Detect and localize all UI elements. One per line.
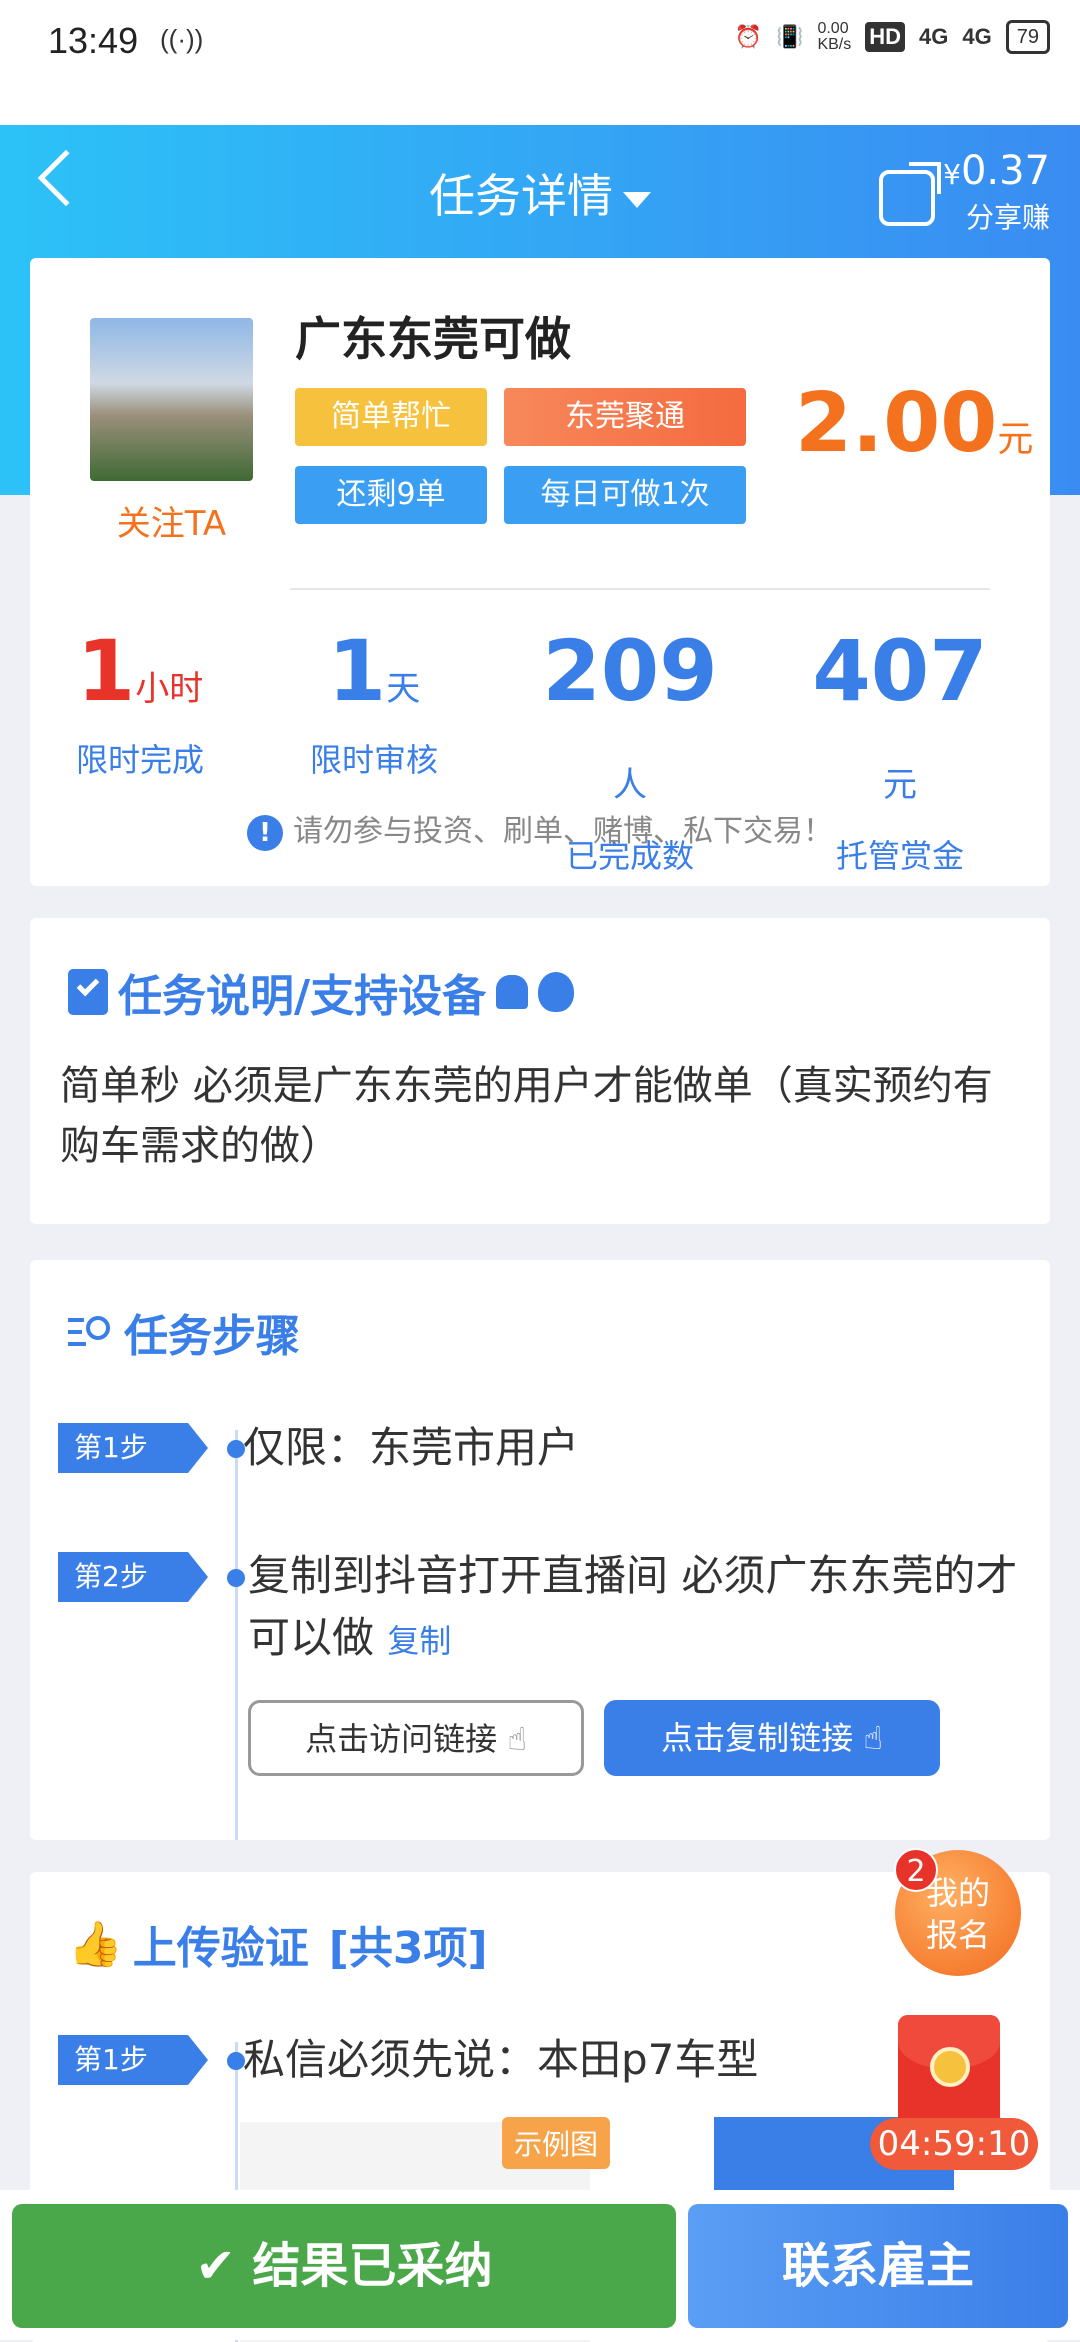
step-text: 复制到抖音打开直播间 必须广东东莞的才可以做 复制 [248, 1551, 1018, 1662]
description-card: 任务说明/支持设备 简单秒 必须是广东东莞的用户才能做单（真实预约有购车需求的做… [30, 918, 1050, 1224]
timeline-line [235, 1430, 238, 1840]
copy-link[interactable]: 复制 [387, 1622, 451, 1660]
task-summary-card: 关注TA 广东东莞可做 简单帮忙 东莞聚通 还剩9单 每日可做1次 2.00元 … [30, 258, 1050, 886]
countdown-timer: 04:59:10 [870, 2118, 1038, 2170]
vibrate-icon: 📳 [776, 24, 804, 49]
search-list-icon [68, 1312, 114, 1352]
steps-title: 任务步骤 [68, 1300, 300, 1364]
follow-button[interactable]: 关注TA [90, 496, 253, 545]
visit-link-button[interactable]: 点击访问链接 ☝ [248, 1700, 584, 1776]
alarm-icon: ⏰ [734, 24, 763, 49]
stat-time-limit: 1小时 限时完成 [75, 622, 204, 779]
tap-hand-icon: ☝ [507, 1720, 527, 1758]
check-icon: ✔ [195, 2238, 236, 2294]
tap-hand-icon: ☝ [863, 1719, 883, 1757]
status-time: 13:49 [48, 20, 139, 61]
steps-card: 任务步骤 第1步 仅限：东莞市用户 第2步 复制到抖音打开直播间 必须广东东莞的… [30, 1260, 1050, 1840]
signal-4g-1: 4G [919, 24, 949, 49]
signal-4g-2: 4G [962, 24, 992, 49]
upload-title: 👍 上传验证 [共3项] [68, 1919, 488, 1974]
exclamation-icon: ! [247, 814, 283, 851]
result-adopted-button[interactable]: ✔ 结果已采纳 [12, 2204, 676, 2328]
tag-daily-limit: 每日可做1次 [504, 466, 746, 524]
task-name: 广东东莞可做 [295, 312, 571, 366]
apple-icon [538, 972, 575, 1012]
bottom-bar: ✔ 结果已采纳 联系雇主 [0, 2190, 1080, 2340]
sample-image-label: 示例图 [502, 2117, 611, 2169]
tag-publisher: 东莞聚通 [504, 388, 746, 446]
step-badge: 第1步 [58, 1423, 208, 1473]
share-label: 分享赚 [965, 201, 1050, 234]
tag-simple: 简单帮忙 [295, 388, 487, 446]
divider [290, 588, 990, 590]
step-text: 仅限：东莞市用户 [243, 1423, 580, 1472]
contact-employer-button[interactable]: 联系雇主 [688, 2204, 1068, 2328]
battery-icon: 79 [1005, 20, 1050, 54]
stat-review-limit: 1天 限时审核 [309, 622, 438, 779]
tag-remaining: 还剩9单 [295, 466, 487, 524]
timeline-dot [227, 1569, 245, 1587]
thumbs-up-icon: 👍 [68, 1919, 123, 1970]
step-badge: 第2步 [58, 1552, 208, 1602]
share-earn-button[interactable]: ¥0.37 分享赚 [879, 150, 1050, 236]
status-bar: 13:49 ((·)) ⏰ 📳 0.00 KB/s HD 4G 4G 79 [0, 0, 1080, 125]
share-amount: 0.37 [960, 148, 1050, 194]
copy-link-button[interactable]: 点击复制链接 ☝ [604, 1700, 940, 1776]
warning-notice: ! 请勿参与投资、刷单、赌博、私下交易！ [30, 806, 1050, 851]
avatar[interactable] [90, 318, 253, 481]
task-price: 2.00元 [795, 376, 1034, 471]
share-icon [879, 162, 942, 226]
registration-count-badge: 2 [894, 1848, 938, 1892]
caret-down-icon [623, 191, 651, 208]
red-packet-icon[interactable] [898, 2015, 1000, 2135]
hotspot-icon: ((·)) [160, 24, 204, 54]
description-text: 简单秒 必须是广东东莞的用户才能做单（真实预约有购车需求的做） [60, 1063, 993, 1169]
net-speed: 0.00 KB/s [817, 20, 852, 53]
clipboard-icon [68, 969, 108, 1015]
step-badge: 第1步 [58, 2035, 208, 2085]
description-title: 任务说明/支持设备 [68, 960, 575, 1024]
android-icon [496, 975, 529, 1009]
status-icons: ⏰ 📳 0.00 KB/s HD 4G 4G 79 [735, 20, 1050, 54]
hd-icon: HD [865, 22, 906, 52]
